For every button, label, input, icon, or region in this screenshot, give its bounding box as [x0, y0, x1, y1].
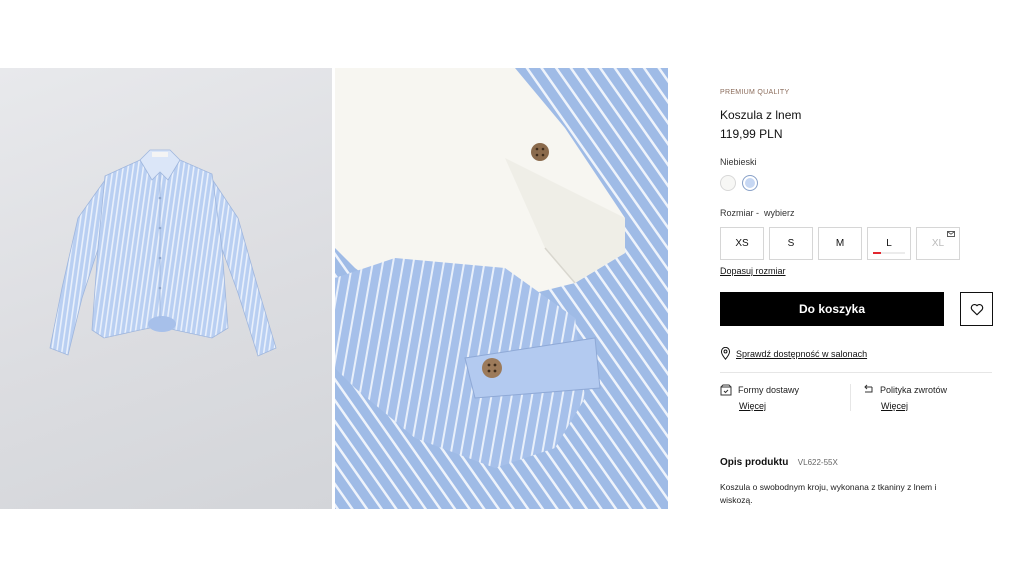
delivery-label: Formy dostawy — [738, 385, 800, 395]
wishlist-button[interactable] — [960, 292, 993, 326]
size-guide-link[interactable]: Dopasuj rozmiar — [720, 266, 786, 276]
size-options: XS S M L XL — [720, 227, 960, 260]
return-arrow-icon — [864, 384, 873, 393]
size-option-label: S — [787, 238, 795, 249]
returns-label: Polityka zwrotów — [880, 385, 948, 395]
add-to-cart-button[interactable]: Do koszyka — [720, 292, 944, 326]
product-photo-front[interactable] — [0, 68, 332, 509]
location-pin-icon — [720, 347, 731, 360]
description-title: Opis produktu — [720, 457, 789, 468]
low-stock-fill — [873, 252, 881, 254]
swatch-blue[interactable] — [742, 175, 758, 191]
box-icon — [720, 384, 732, 396]
stores-link-text: Sprawdź dostępność w salonach — [736, 348, 868, 359]
size-label: Rozmiar - wybierz — [720, 208, 795, 218]
swatch-white[interactable] — [720, 175, 736, 191]
description-text: Koszula o swobodnym kroju, wykonana z tk… — [720, 482, 937, 505]
size-option-label: M — [835, 238, 845, 249]
color-name: Niebieski — [720, 157, 757, 167]
product-title: Koszula z lnem — [720, 108, 802, 122]
envelope-icon — [947, 231, 955, 237]
color-swatches — [720, 175, 758, 191]
size-option-xs[interactable]: XS — [720, 227, 764, 260]
size-option-label: XL — [931, 238, 945, 249]
premium-quality-label: PREMIUM QUALITY — [720, 89, 790, 96]
returns-info: Polityka zwrotów Więcej — [862, 384, 947, 411]
delivery-info: Formy dostawy Więcej — [720, 384, 799, 411]
check-store-availability[interactable]: Sprawdź dostępność w salonach — [720, 347, 867, 360]
product-photo-detail[interactable] — [335, 68, 668, 509]
product-code: VL622-55X — [797, 458, 838, 467]
size-option-label: L — [886, 238, 892, 249]
info-divider — [850, 384, 851, 411]
divider — [720, 372, 992, 373]
size-option-xl[interactable]: XL — [916, 227, 960, 260]
returns-more-link[interactable]: Więcej — [881, 401, 947, 411]
product-price: 119,99 PLN — [720, 127, 783, 141]
description-heading[interactable]: Opis produktu VL622-55X — [720, 452, 838, 470]
size-option-label: XS — [735, 238, 749, 249]
size-label-prefix: Rozmiar - — [720, 208, 760, 218]
low-stock-bar — [873, 252, 905, 254]
size-option-s[interactable]: S — [769, 227, 813, 260]
size-label-choose: wybierz — [764, 208, 795, 218]
size-option-m[interactable]: M — [818, 227, 862, 260]
size-option-l[interactable]: L — [867, 227, 911, 260]
heart-icon — [970, 303, 983, 315]
delivery-more-link[interactable]: Więcej — [739, 401, 799, 411]
